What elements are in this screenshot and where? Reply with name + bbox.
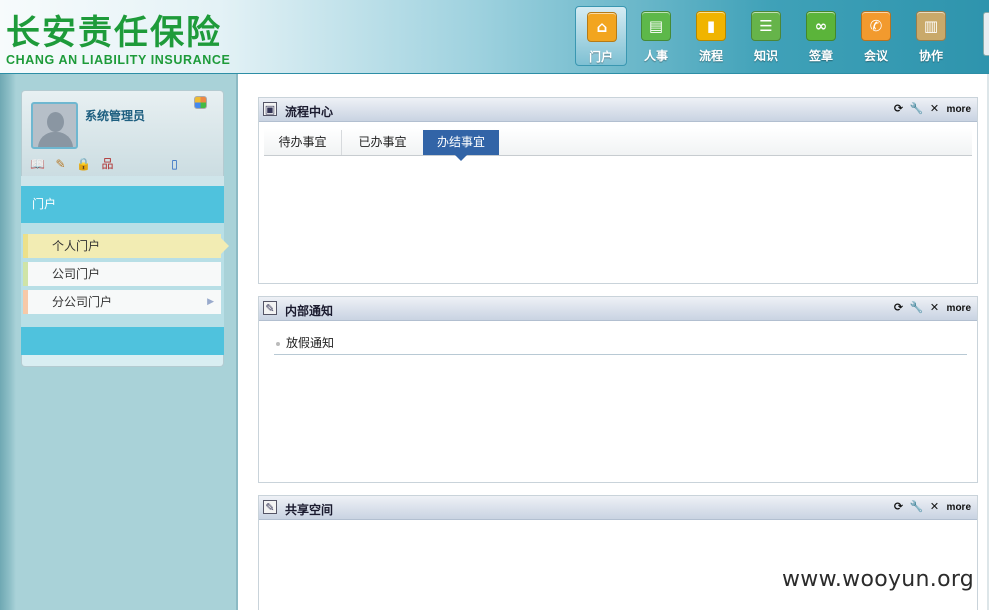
close-icon[interactable]: ✕ [930, 500, 939, 514]
wrench-icon[interactable]: 🔧 [910, 500, 924, 514]
mobile-icon[interactable]: ▯ [167, 157, 182, 172]
panel-header: ▣ 流程中心 ⟳ 🔧 ✕ more [259, 98, 977, 122]
notice-title[interactable]: 放假通知 [286, 333, 334, 353]
menu-item-company-portal[interactable]: 公司门户 [23, 262, 221, 286]
chart-bars-icon: ▮ [696, 11, 726, 41]
share-doc-icon: ✎ [263, 500, 277, 514]
panel-tools: ⟳ 🔧 ✕ more [891, 102, 971, 116]
chevron-right-icon: ▶ [207, 297, 214, 307]
logo-chinese: 长安责任保险 [6, 13, 222, 53]
refresh-icon[interactable]: ⟳ [894, 102, 903, 116]
menu-item-branch-portal[interactable]: 分公司门户 ▶ [23, 290, 221, 314]
notice-doc-icon: ✎ [263, 301, 277, 315]
list-item[interactable]: 放假通知 [274, 333, 967, 355]
close-icon[interactable]: ✕ [930, 301, 939, 315]
more-link[interactable]: more [947, 502, 971, 513]
panel-title: 共享空间 [285, 503, 334, 517]
user-panel: 系统管理员 📖 ✎ 🔒 品 ▯ [21, 90, 224, 184]
nav-label: 签章 [808, 49, 833, 63]
wrench-icon[interactable]: 🔧 [910, 102, 924, 116]
menu-item-personal-portal[interactable]: 个人门户 [23, 234, 229, 258]
menu-title[interactable]: 门户 [21, 186, 224, 223]
phone-icon: ✆ [861, 11, 891, 41]
close-icon[interactable]: ✕ [930, 102, 939, 116]
shared-space-panel: ✎ 共享空间 ⟳ 🔧 ✕ more [258, 495, 978, 610]
more-link[interactable]: more [947, 303, 971, 314]
more-link[interactable]: more [947, 104, 971, 115]
avatar-head [47, 112, 64, 132]
process-tabs: 待办事宜 已办事宜 办结事宜 [264, 128, 972, 161]
panel-title: 内部通知 [285, 304, 334, 318]
refresh-icon[interactable]: ⟳ [894, 301, 903, 315]
process-center-panel: ▣ 流程中心 ⟳ 🔧 ✕ more 待办事宜 已办事宜 办结事宜 [258, 97, 978, 284]
menu-footer-cap [21, 355, 224, 367]
nav-knowledge[interactable]: ☰ 知识 [740, 6, 792, 66]
menu-item-label: 分公司门户 [52, 295, 113, 309]
user-name: 系统管理员 [85, 109, 146, 123]
panel-tools: ⟳ 🔧 ✕ more [891, 500, 971, 514]
avatar-body [38, 132, 73, 147]
menu-item-label: 公司门户 [52, 267, 101, 281]
nav-label: 知识 [753, 49, 778, 63]
nav-personnel[interactable]: ▤ 人事 [630, 6, 682, 66]
panel-header: ✎ 共享空间 ⟳ 🔧 ✕ more [259, 496, 977, 520]
nav-label: 流程 [698, 49, 723, 63]
nav-signature[interactable]: ∞ 签章 [795, 6, 847, 66]
internal-notice-panel: ✎ 内部通知 ⟳ 🔧 ✕ more 放假通知 [258, 296, 978, 483]
clipboard-icon: ▥ [916, 11, 946, 41]
avatar[interactable] [31, 102, 78, 149]
lock-icon[interactable]: 🔒 [76, 157, 91, 172]
user-panel-strip [21, 176, 224, 186]
watermark-text: www.wooyun.org [782, 567, 975, 592]
menu-footer-bar [21, 327, 224, 355]
window-icon: ▣ [263, 102, 277, 116]
book-icon[interactable]: 📖 [30, 157, 45, 172]
panel-title: 流程中心 [285, 105, 334, 119]
menu-item-label: 个人门户 [52, 239, 101, 253]
nav-collaboration[interactable]: ▥ 协作 [905, 6, 957, 66]
logo-english: CHANG AN LIABILITY INSURANCE [6, 53, 231, 67]
panel-tools: ⟳ 🔧 ✕ more [891, 301, 971, 315]
nav-process[interactable]: ▮ 流程 [685, 6, 737, 66]
tab-pending[interactable]: 待办事宜 [264, 130, 342, 155]
database-icon: ☰ [751, 11, 781, 41]
tab-completed[interactable]: 办结事宜 [423, 130, 499, 161]
wrench-icon[interactable]: 🔧 [910, 301, 924, 315]
notepad-icon[interactable]: ✎ [53, 157, 68, 172]
tab-done[interactable]: 已办事宜 [344, 130, 421, 155]
company-logo[interactable]: 长安责任保险 CHANG AN LIABILITY INSURANCE [6, 14, 230, 67]
nav-meeting[interactable]: ✆ 会议 [850, 6, 902, 66]
bullet-icon [276, 342, 280, 346]
header-edge-tab[interactable] [983, 12, 989, 56]
portal-menu: 个人门户 公司门户 分公司门户 ▶ [21, 223, 229, 327]
personnel-icon: ▤ [641, 11, 671, 41]
panel-header: ✎ 内部通知 ⟳ 🔧 ✕ more [259, 297, 977, 321]
nav-label: 人事 [643, 49, 668, 63]
nav-label: 门户 [588, 50, 613, 64]
refresh-icon[interactable]: ⟳ [894, 500, 903, 514]
top-header: 长安责任保险 CHANG AN LIABILITY INSURANCE ⌂ 门户… [0, 0, 989, 74]
nav-label: 会议 [863, 49, 888, 63]
theme-palette-icon[interactable] [194, 96, 207, 109]
nav-portal[interactable]: ⌂ 门户 [575, 6, 627, 66]
link-icon: ∞ [806, 11, 836, 41]
nav-label: 协作 [918, 49, 943, 63]
home-icon: ⌂ [587, 12, 617, 42]
org-chart-icon[interactable]: 品 [100, 157, 115, 172]
